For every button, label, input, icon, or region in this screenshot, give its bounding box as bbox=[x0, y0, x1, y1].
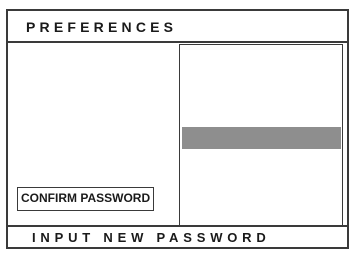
preferences-screen: PREFERENCES CONFIRM PASSWORD INPUT NEW P… bbox=[6, 9, 349, 249]
header-bar: PREFERENCES bbox=[8, 11, 347, 43]
left-pane: CONFIRM PASSWORD bbox=[8, 43, 178, 233]
password-entry-list[interactable] bbox=[179, 44, 343, 228]
selected-row-highlight[interactable] bbox=[182, 127, 341, 149]
status-prompt: INPUT NEW PASSWORD bbox=[32, 230, 271, 245]
confirm-password-button[interactable]: CONFIRM PASSWORD bbox=[17, 187, 155, 211]
page-title: PREFERENCES bbox=[26, 19, 178, 35]
status-bar: INPUT NEW PASSWORD bbox=[8, 225, 347, 247]
